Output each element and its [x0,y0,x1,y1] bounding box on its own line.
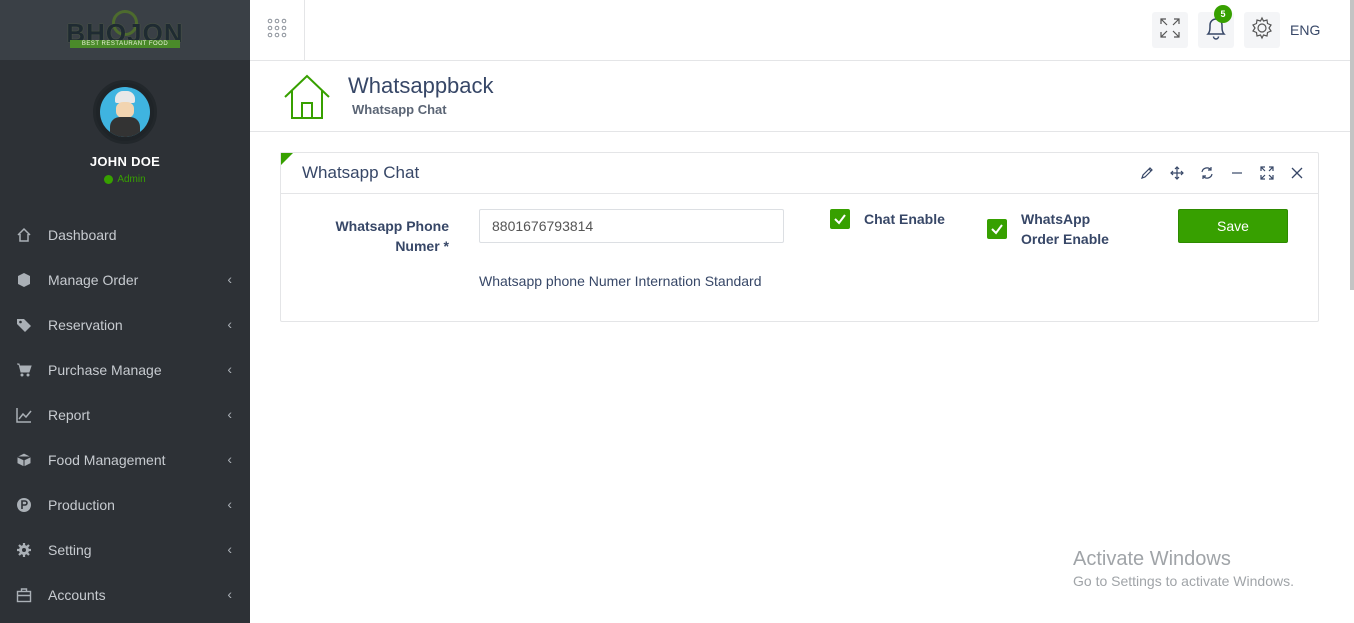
order-enable-label: WhatsApp Order Enable [1021,211,1109,247]
profile-role: Admin [0,174,250,185]
sidebar-item-label: Accounts [48,586,106,603]
sidebar-item-label: Report [48,406,91,423]
profile-role-label: Admin [117,174,146,185]
sidebar-item-label: Production [48,496,115,513]
sidebar-item-purchase-manage[interactable]: Purchase Manage ‹ [0,347,250,392]
logo-bar: BHOJON BEST RESTAURANT FOOD [0,0,250,60]
chevron-left-icon: ‹ [227,451,232,467]
sidebar-nav: Dashboard Manage Order ‹ Reservation ‹ P… [0,212,250,617]
cart-icon [15,361,33,379]
profile-name: JOHN DOE [89,154,161,169]
language-selector[interactable]: ENG [1290,22,1320,38]
expand-icon [1159,17,1181,44]
checkmark-icon [834,214,846,225]
sidebar-item-label: Manage Order [48,271,139,288]
sidebar-item-accounts[interactable]: Accounts ‹ [0,572,250,617]
panel-corner-accent [281,153,293,165]
sidebar: BHOJON BEST RESTAURANT FOOD JOHN DOE Adm… [0,0,250,623]
chat-enable-checkbox[interactable] [830,209,850,229]
chevron-left-icon: ‹ [227,586,232,602]
avatar[interactable] [93,80,157,144]
chat-enable-label: Chat Enable [864,211,945,227]
move-icon[interactable] [1168,164,1186,182]
chevron-left-icon: ‹ [227,316,232,332]
chevron-left-icon: ‹ [227,271,232,287]
watermark-subtitle: Go to Settings to activate Windows. [1073,573,1294,589]
phone-number-input[interactable] [479,209,784,243]
sidebar-item-label: Food Management [48,451,166,468]
checkmark-icon [991,224,1003,235]
online-status-dot [104,175,114,184]
sidebar-item-label: Reservation [48,316,123,333]
sidebar-item-dashboard[interactable]: Dashboard [0,212,250,257]
home-icon [15,226,33,244]
save-button[interactable]: Save [1178,209,1288,243]
gear-icon [15,541,33,559]
watermark-title: Activate Windows [1073,548,1231,570]
notification-count-badge: 5 [1214,5,1232,23]
sidebar-item-setting[interactable]: Setting ‹ [0,527,250,572]
logo-tagline: BEST RESTAURANT FOOD [70,40,180,48]
minimize-icon[interactable] [1228,164,1246,182]
page-title: Whatsappback [348,73,494,98]
box-icon [15,451,33,469]
cube-icon [15,271,33,289]
close-icon[interactable] [1288,164,1306,182]
topbar: 5 ENG [250,0,1354,61]
panel-title: Whatsapp Chat [302,163,420,182]
fullscreen-button[interactable] [1152,12,1188,48]
edit-icon[interactable] [1138,164,1156,182]
chevron-left-icon: ‹ [227,406,232,422]
settings-button[interactable] [1244,12,1280,48]
tag-icon [15,316,33,334]
production-icon [15,496,33,514]
notifications-button[interactable]: 5 [1198,5,1234,48]
apps-grid-icon [266,17,288,44]
sidebar-item-label: Setting [48,541,92,558]
page-subtitle: Whatsapp Chat [352,102,447,117]
chart-line-icon [15,406,33,424]
whatsapp-chat-panel: Whatsapp Chat Whatsapp Phone Numer * Wha… [280,152,1319,322]
briefcase-icon [15,586,33,604]
windows-activation-watermark: Activate Windows Go to Settings to activ… [1073,548,1294,589]
sidebar-item-food-management[interactable]: Food Management ‹ [0,437,250,482]
brand-logo[interactable]: BHOJON BEST RESTAURANT FOOD [50,8,200,52]
gear-icon [1250,16,1274,45]
order-enable-checkbox[interactable] [987,219,1007,239]
refresh-icon[interactable] [1198,164,1216,182]
chef-avatar-image [100,87,150,137]
chevron-left-icon: ‹ [227,541,232,557]
sidebar-item-label: Purchase Manage [48,361,162,378]
maximize-icon[interactable] [1258,164,1276,182]
phone-number-label: Whatsapp Phone Numer * [335,218,449,254]
home-icon [283,73,331,126]
sidebar-item-manage-order[interactable]: Manage Order ‹ [0,257,250,302]
sidebar-item-reservation[interactable]: Reservation ‹ [0,302,250,347]
sidebar-item-production[interactable]: Production ‹ [0,482,250,527]
page-scrollbar[interactable] [1350,0,1354,290]
phone-number-help-text: Whatsapp phone Numer Internation Standar… [479,273,762,289]
panel-toolbar [1138,164,1306,182]
chevron-left-icon: ‹ [227,361,232,377]
sidebar-item-label: Dashboard [48,226,117,243]
page-header: Whatsappback Whatsapp Chat [250,61,1350,132]
apps-menu-button[interactable] [250,0,305,60]
chevron-left-icon: ‹ [227,496,232,512]
sidebar-item-report[interactable]: Report ‹ [0,392,250,437]
